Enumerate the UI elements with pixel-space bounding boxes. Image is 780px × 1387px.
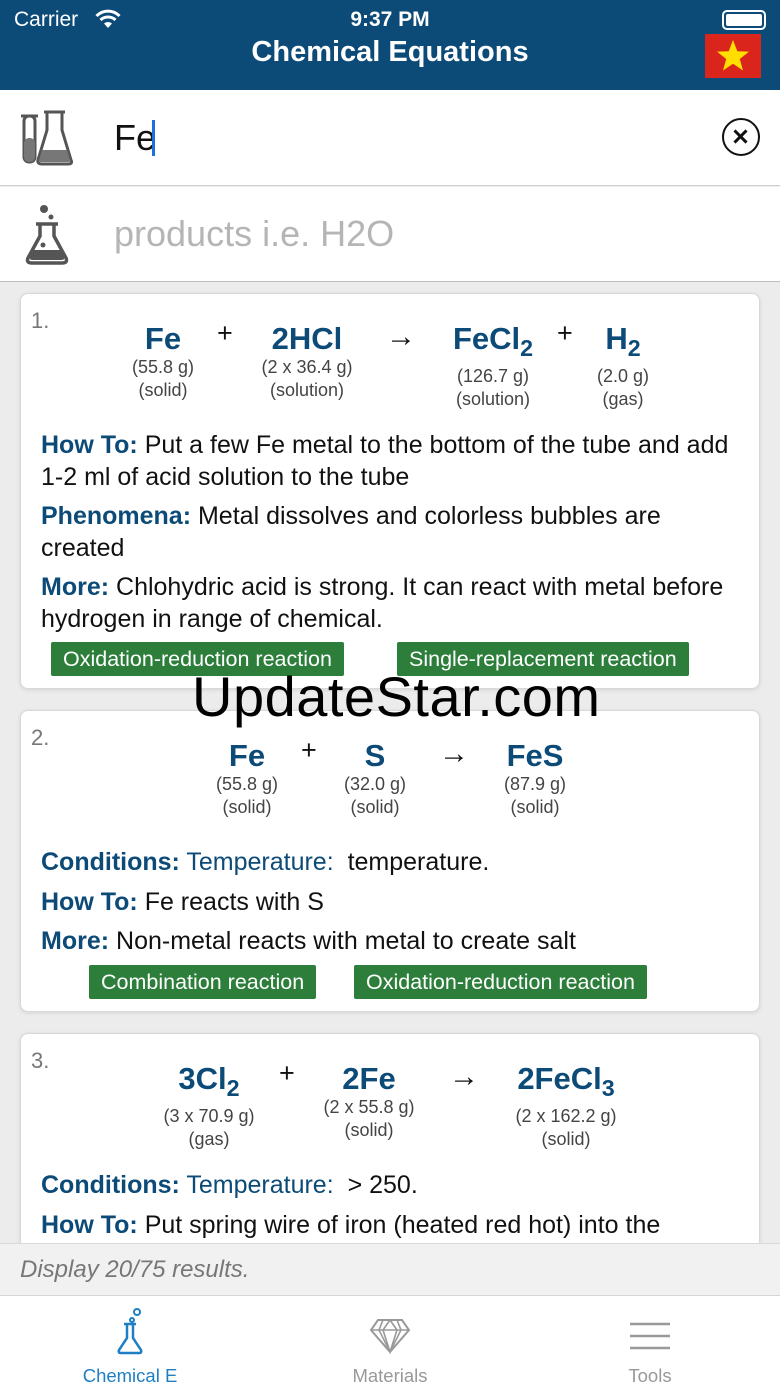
reactant-term[interactable]: 2HCl (2 x 36.4 g) (solution) — [227, 322, 387, 402]
formula: 2FeCl — [517, 1061, 602, 1096]
state: (solution) — [269, 380, 345, 400]
subscript: 2 — [627, 335, 641, 362]
how-to-label: How To: — [41, 431, 138, 459]
formula: FeS — [506, 738, 564, 773]
reaction-card[interactable]: 1. Fe (55.8 g) (solid) + 2HCl (2 x 36.4 … — [20, 293, 760, 689]
how-to-text: How To: Put a few Fe metal to the bottom… — [41, 431, 729, 491]
formula: H — [605, 321, 628, 356]
molar-mass: (87.9 g) — [503, 774, 567, 794]
molar-mass: (2 x 162.2 g) — [515, 1106, 617, 1127]
reaction-type-tag[interactable]: Combination reaction — [89, 965, 317, 999]
reaction-index: 1. — [31, 308, 50, 333]
formula: 2HCl — [271, 321, 343, 356]
formula: 3Cl — [178, 1061, 227, 1096]
conditions-text: Conditions: Temperature: temperature. — [41, 848, 490, 876]
conditions-text: Conditions: Temperature: > 250. — [41, 1171, 418, 1199]
more-text: More: Non-metal reacts with metal to cre… — [41, 927, 576, 955]
more-text: More: Chlohydric acid is strong. It can … — [41, 573, 724, 633]
state: (solid) — [138, 380, 188, 400]
diamond-icon — [369, 1319, 411, 1355]
state: (solid) — [350, 797, 400, 817]
state: (gas) — [602, 389, 644, 410]
products-input[interactable] — [114, 204, 694, 264]
reactant-term[interactable]: S (32.0 g) (solid) — [295, 739, 455, 819]
watermark: UpdateStar.com — [192, 665, 601, 728]
clear-search-button[interactable] — [722, 118, 760, 156]
reactants-row — [0, 90, 780, 186]
product-term[interactable]: FeS (87.9 g) (solid) — [455, 739, 615, 819]
conditions-label: Conditions: — [41, 848, 180, 876]
reaction-index: 3. — [31, 1048, 50, 1073]
molar-mass: (55.8 g) — [131, 357, 195, 377]
phenomena-text: Phenomena: Metal dissolves and colorless… — [41, 502, 661, 562]
battery-icon — [722, 10, 766, 30]
tag-list: Combination reaction Oxidation-reduction… — [21, 965, 759, 999]
products-row — [0, 187, 780, 282]
test-tubes-icon — [21, 110, 74, 166]
state: (solid) — [344, 1120, 394, 1140]
tab-label: Materials — [352, 1365, 428, 1386]
menu-icon — [630, 1322, 670, 1350]
more-label: More: — [41, 927, 110, 955]
formula: FeCl — [452, 321, 521, 356]
text-cursor — [152, 120, 155, 156]
flask-icon — [117, 1308, 143, 1355]
reactant-term[interactable]: 3Cl2 (3 x 70.9 g) (gas) — [129, 1062, 289, 1151]
molar-mass: (32.0 g) — [343, 774, 407, 794]
page-title: Chemical Equations — [251, 36, 529, 68]
tab-tools[interactable]: Tools — [520, 1296, 780, 1387]
vietnam-flag-icon[interactable] — [705, 34, 761, 78]
subscript: 3 — [601, 1075, 615, 1102]
how-to-text: How To: Fe reacts with S — [41, 888, 324, 916]
molar-mass: (3 x 70.9 g) — [163, 1106, 255, 1127]
state: (solid) — [510, 797, 560, 817]
subscript: 2 — [226, 1075, 240, 1102]
tab-label: Tools — [628, 1365, 672, 1386]
reaction-card[interactable]: 3. 3Cl2 (3 x 70.9 g) (gas) + 2Fe (2 x 55… — [20, 1033, 760, 1273]
molar-mass: (2 x 36.4 g) — [261, 357, 353, 377]
reaction-type-tag[interactable]: Oxidation-reduction reaction — [354, 965, 647, 999]
how-to-label: How To: — [41, 888, 138, 916]
product-term[interactable]: H2 (2.0 g) (gas) — [543, 322, 703, 411]
tab-materials[interactable]: Materials — [260, 1296, 520, 1387]
subscript: 2 — [520, 335, 534, 362]
phenomena-label: Phenomena: — [41, 502, 192, 530]
navigation-bar: Carrier 9:37 PM Chemical Equations — [0, 0, 780, 90]
reaction-index: 2. — [31, 725, 50, 750]
conditions-label: Conditions: — [41, 1171, 180, 1199]
product-term[interactable]: 2FeCl3 (2 x 162.2 g) (solid) — [486, 1062, 646, 1151]
clock: 9:37 PM — [350, 8, 430, 31]
results-count: Display 20/75 results. — [0, 1243, 780, 1295]
state: (solid) — [541, 1129, 591, 1150]
tab-label: Chemical E — [82, 1365, 178, 1386]
how-to-label: How To: — [41, 1211, 138, 1239]
state: (gas) — [188, 1129, 230, 1150]
more-label: More: — [41, 573, 110, 601]
molar-mass: (2.0 g) — [596, 366, 650, 387]
tab-chemical-equations[interactable]: Chemical E — [0, 1296, 260, 1387]
erlenmeyer-flask-icon — [25, 205, 69, 265]
reactants-input[interactable] — [114, 108, 694, 168]
reactant-term[interactable]: 2Fe (2 x 55.8 g) (solid) — [289, 1062, 449, 1142]
reaction-arrow: → — [449, 1060, 479, 1093]
tab-bar: Chemical E Materials Tools — [0, 1295, 780, 1387]
reaction-card[interactable]: 2. Fe (55.8 g) (solid) + S (32.0 g) (sol… — [20, 710, 760, 1012]
formula: S — [364, 738, 386, 773]
how-to-text: How To: Put spring wire of iron (heated … — [41, 1211, 661, 1239]
star-icon — [717, 40, 749, 71]
formula: 2Fe — [342, 1061, 396, 1096]
reaction-arrow: → — [386, 320, 416, 353]
molar-mass: (2 x 55.8 g) — [323, 1097, 415, 1117]
